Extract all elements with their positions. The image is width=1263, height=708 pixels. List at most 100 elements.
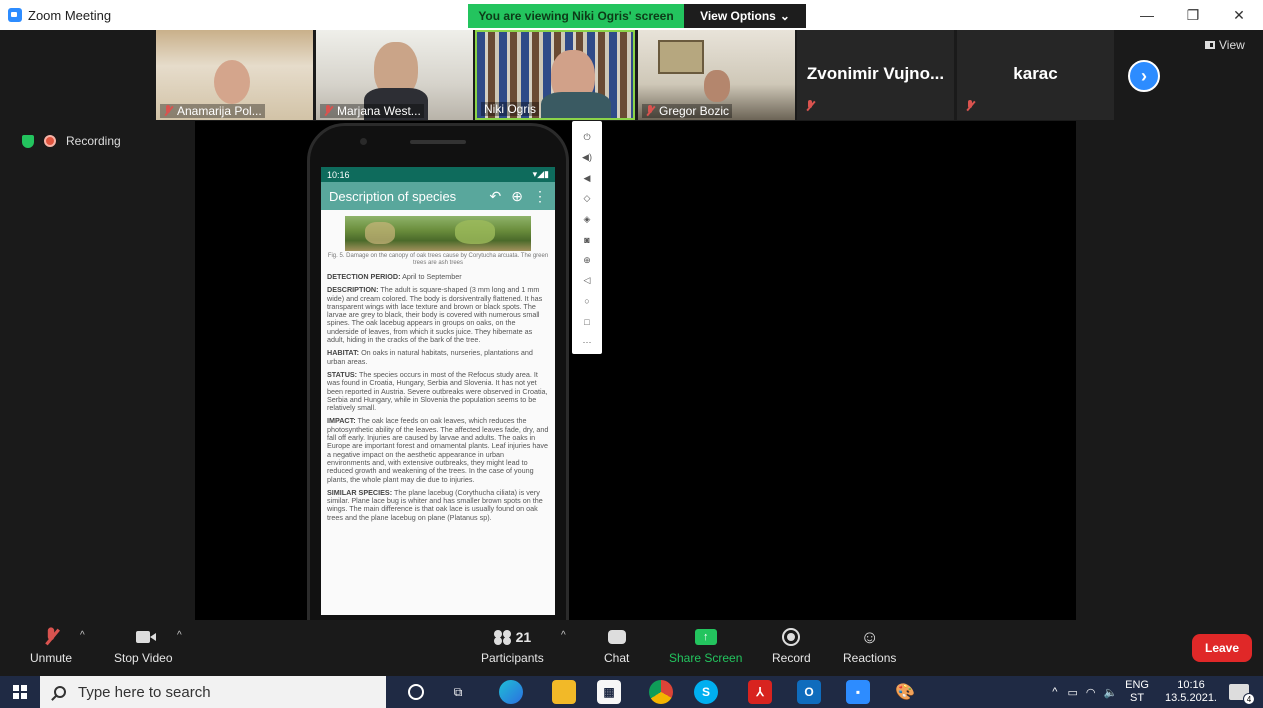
share-screen-label: Share Screen xyxy=(669,651,743,665)
section-text: The oak lace feeds on oak leaves, which … xyxy=(327,416,549,484)
zoom-icon[interactable]: ⊕ xyxy=(572,250,602,271)
power-icon[interactable]: ⏻ xyxy=(572,127,602,148)
app-bar: Description of species ↶ ⊕ ⋮ xyxy=(321,182,555,210)
status-time: 10:16 xyxy=(327,169,350,180)
participant-name: Gregor Bozic xyxy=(659,104,730,118)
chat-button[interactable]: Chat xyxy=(604,626,629,665)
participant-name: Anamarija Pol... xyxy=(177,104,262,118)
reactions-button[interactable]: ☺ Reactions xyxy=(843,626,896,666)
more-vert-icon[interactable]: ⋮ xyxy=(533,188,547,205)
skype-icon[interactable]: S xyxy=(694,680,718,704)
video-options-caret[interactable]: ^ xyxy=(177,630,182,641)
recording-dot-icon xyxy=(44,135,56,147)
participant-tile[interactable]: Zvonimir Vujno... xyxy=(797,30,954,120)
phone-speaker xyxy=(410,140,466,144)
stop-video-button[interactable]: Stop Video xyxy=(114,626,173,665)
windows-taskbar: Type here to search ⧉ ▦ S ⅄ O ▪ 🎨 ^ ▭ ◠ … xyxy=(0,676,1263,708)
paint-icon[interactable]: 🎨 xyxy=(893,680,917,704)
muted-mic-icon xyxy=(43,627,59,646)
clock-time: 10:16 xyxy=(1177,679,1205,691)
share-screen-button[interactable]: ↑ Share Screen xyxy=(669,626,742,665)
viewing-banner: You are viewing Niki Ogris' screen xyxy=(468,4,684,28)
video-camera-icon xyxy=(136,631,151,643)
share-screen-icon: ↑ xyxy=(694,629,717,645)
add-icon[interactable]: ⊕ xyxy=(511,188,523,205)
zoom-taskbar-icon[interactable]: ▪ xyxy=(846,680,870,704)
section-text: April to September xyxy=(400,272,462,281)
participants-count: 21 xyxy=(515,629,532,645)
volume-icon[interactable]: 🔈 xyxy=(1103,686,1117,699)
section-detection-period: DETECTION PERIOD: April to September xyxy=(327,272,549,281)
leave-button[interactable]: Leave xyxy=(1192,634,1252,662)
window-title: Zoom Meeting xyxy=(28,7,112,23)
muted-mic-icon xyxy=(805,100,815,112)
species-description: Fig. 5. Damage on the canopy of oak tree… xyxy=(321,210,555,531)
meeting-toolbar: Unmute ^ Stop Video ^ 21 Participants ^ … xyxy=(0,620,1263,672)
rotate-left-icon[interactable]: ◇ xyxy=(572,189,602,210)
participant-name-tag: Anamarija Pol... xyxy=(160,104,265,118)
clock[interactable]: 10:16 13.5.2021. xyxy=(1165,679,1217,705)
taskbar-search[interactable]: Type here to search xyxy=(40,676,386,708)
view-button[interactable]: View xyxy=(1205,38,1245,52)
zoom-logo-icon xyxy=(8,8,22,22)
stop-video-label: Stop Video xyxy=(114,651,173,665)
view-options-label: View Options xyxy=(700,9,776,23)
more-icon[interactable]: ··· xyxy=(572,332,602,353)
participants-icon xyxy=(493,630,514,644)
volume-down-icon[interactable]: ◀ xyxy=(572,168,602,189)
participant-name-tag: Marjana West... xyxy=(320,104,424,118)
zoom-window: Zoom Meeting You are viewing Niki Ogris'… xyxy=(0,0,1263,708)
participant-name: karac xyxy=(1013,64,1058,83)
participant-tile[interactable]: Marjana West... xyxy=(316,30,473,120)
participant-name-tag: Niki Ogris xyxy=(481,102,540,116)
participant-tile[interactable]: Gregor Bozic xyxy=(638,30,795,120)
language-indicator[interactable]: ENG ST xyxy=(1125,679,1149,705)
gallery-view-icon xyxy=(1205,41,1215,49)
chat-icon xyxy=(607,630,626,644)
audio-options-caret[interactable]: ^ xyxy=(80,630,85,641)
participant-tile[interactable]: Anamarija Pol... xyxy=(156,30,313,120)
restore-button[interactable]: ❐ xyxy=(1170,0,1216,30)
muted-mic-icon xyxy=(645,105,655,117)
volume-up-icon[interactable]: ◀) xyxy=(572,148,602,169)
participants-caret[interactable]: ^ xyxy=(561,630,566,641)
camera-icon[interactable]: ◙ xyxy=(572,230,602,251)
next-page-button[interactable]: › xyxy=(1128,60,1160,92)
share-icon[interactable]: ↶ xyxy=(490,188,502,205)
chrome-icon[interactable] xyxy=(649,680,673,704)
participant-name: Marjana West... xyxy=(337,104,421,118)
home-icon[interactable]: ○ xyxy=(572,291,602,312)
back-icon[interactable]: ◁ xyxy=(572,271,602,292)
start-button[interactable] xyxy=(0,676,40,708)
participant-tile-active[interactable]: Niki Ogris xyxy=(475,30,635,120)
minimize-button[interactable]: — xyxy=(1124,0,1170,30)
task-view-icon[interactable]: ⧉ xyxy=(446,680,470,704)
rotate-right-icon[interactable]: ◈ xyxy=(572,209,602,230)
outlook-icon[interactable]: O xyxy=(797,680,821,704)
participants-button[interactable]: 21 Participants xyxy=(481,626,544,665)
file-explorer-icon[interactable] xyxy=(552,680,576,704)
edge-icon[interactable] xyxy=(499,680,523,704)
participant-name: Zvonimir Vujno... xyxy=(806,64,945,83)
recording-label: Recording xyxy=(66,134,121,148)
encryption-shield-icon[interactable] xyxy=(22,134,34,148)
close-button[interactable]: ✕ xyxy=(1216,0,1262,30)
emulator-toolbar: ⏻ ◀) ◀ ◇ ◈ ◙ ⊕ ◁ ○ □ ··· xyxy=(572,121,602,354)
section-label: DETECTION PERIOD: xyxy=(327,272,401,281)
unmute-button[interactable]: Unmute xyxy=(30,626,72,665)
participant-body xyxy=(541,92,611,118)
section-habitat: HABITAT: On oaks in natural habitats, nu… xyxy=(327,349,549,366)
participant-tile[interactable]: karac xyxy=(957,30,1114,120)
record-button[interactable]: Record xyxy=(772,626,811,665)
notifications-button[interactable]: 4 xyxy=(1229,684,1255,705)
cortana-icon[interactable] xyxy=(408,684,424,700)
acrobat-icon[interactable]: ⅄ xyxy=(748,680,772,704)
tray-overflow-icon[interactable]: ^ xyxy=(1052,686,1057,698)
windows-logo-icon xyxy=(13,685,27,699)
overview-icon[interactable]: □ xyxy=(572,312,602,333)
store-icon[interactable]: ▦ xyxy=(597,680,621,704)
wifi-icon[interactable]: ◠ xyxy=(1086,686,1096,699)
view-options-button[interactable]: View Options ⌄ xyxy=(684,4,806,28)
participant-face xyxy=(214,60,250,104)
battery-icon[interactable]: ▭ xyxy=(1067,686,1077,699)
